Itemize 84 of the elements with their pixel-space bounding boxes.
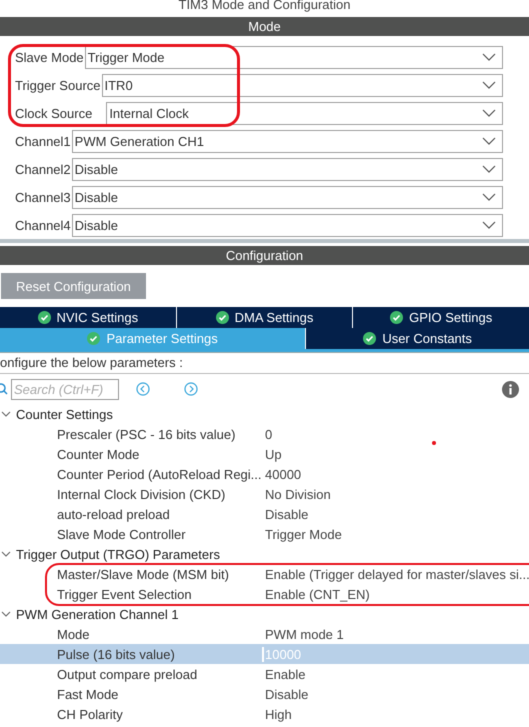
parameter-value: Disable bbox=[264, 506, 308, 522]
search-icon bbox=[0, 383, 8, 395]
marker-dot bbox=[432, 441, 436, 445]
parameter-name: auto-reload preload bbox=[56, 506, 171, 522]
parameter-value: Disable bbox=[264, 686, 308, 702]
parameter-name: Counter Period (AutoReload Regi... bbox=[56, 466, 263, 482]
parameter-name: CH Polarity bbox=[56, 706, 124, 722]
chevron-down-icon bbox=[482, 109, 496, 117]
parameter-value: Enable bbox=[264, 666, 306, 682]
parameter-value: Enable (CNT_EN) bbox=[264, 586, 370, 602]
parameter-value: 10000 bbox=[262, 646, 302, 662]
dropdown-field[interactable]: Disable bbox=[72, 186, 503, 208]
parameter-name: Slave Mode Controller bbox=[56, 526, 187, 542]
group-label: Counter Settings bbox=[16, 406, 113, 422]
parameter-row[interactable]: Counter Period (AutoReload Regi... 40000 bbox=[0, 464, 529, 484]
parameter-value: PWM mode 1 bbox=[264, 626, 344, 642]
dropdown-field[interactable]: Internal Clock bbox=[106, 102, 503, 124]
parameter-name: Output compare preload bbox=[56, 666, 198, 682]
parameter-name: Mode bbox=[56, 626, 91, 642]
settings-tab[interactable]: User Constants bbox=[305, 328, 529, 349]
dropdown-field[interactable]: ITR0 bbox=[102, 74, 503, 96]
field-label: Clock Source bbox=[15, 106, 92, 120]
parameter-row[interactable]: Counter Mode Up bbox=[0, 444, 529, 464]
chevron-down-icon bbox=[482, 165, 496, 173]
expand-chevron-icon[interactable] bbox=[1, 409, 11, 419]
chevron-down-icon bbox=[482, 53, 496, 61]
parameter-value: 40000 bbox=[264, 466, 302, 482]
dropdown-field[interactable]: Trigger Mode bbox=[84, 46, 503, 68]
check-circle-icon bbox=[87, 332, 100, 345]
info-icon[interactable] bbox=[502, 380, 519, 398]
check-circle-icon bbox=[390, 311, 404, 324]
dropdown-field[interactable]: PWM Generation CH1 bbox=[72, 130, 503, 152]
check-circle-icon bbox=[363, 332, 376, 345]
settings-tab[interactable]: GPIO Settings bbox=[352, 307, 529, 328]
field-label: Channel2 bbox=[15, 162, 71, 176]
parameter-value: Trigger Mode bbox=[264, 526, 342, 542]
parameter-row[interactable]: Trigger Event Selection Enable (CNT_EN) bbox=[0, 584, 529, 604]
next-icon[interactable] bbox=[184, 382, 198, 396]
field-label: Slave Mode bbox=[15, 50, 84, 64]
expand-chevron-icon[interactable] bbox=[1, 609, 11, 619]
parameter-name: Trigger Event Selection bbox=[56, 586, 193, 602]
dropdown-field[interactable]: Disable bbox=[72, 158, 503, 180]
parameter-row[interactable]: CH Polarity High bbox=[0, 704, 529, 724]
dropdown-field[interactable]: Disable bbox=[72, 214, 503, 236]
check-circle-icon bbox=[216, 311, 229, 324]
parameter-row[interactable]: Slave Mode Controller Trigger Mode bbox=[0, 524, 529, 544]
section-header: Configuration bbox=[0, 246, 529, 265]
parameter-name: Internal Clock Division (CKD) bbox=[56, 486, 226, 502]
settings-tab[interactable]: NVIC Settings bbox=[0, 307, 176, 328]
chevron-down-icon bbox=[482, 81, 496, 89]
field-label: Channel1 bbox=[15, 134, 71, 148]
parameter-name: Pulse (16 bits value) bbox=[56, 646, 176, 662]
parameter-name: Master/Slave Mode (MSM bit) bbox=[56, 566, 230, 582]
parameter-name: Fast Mode bbox=[56, 686, 120, 702]
parameter-value: No Division bbox=[264, 486, 331, 502]
parameter-value: High bbox=[264, 706, 292, 722]
instruction-text: onfigure the below parameters : bbox=[0, 353, 529, 374]
previous-icon[interactable] bbox=[136, 382, 150, 396]
settings-tab[interactable]: DMA Settings bbox=[176, 307, 352, 328]
field-label: Trigger Source bbox=[15, 78, 100, 92]
field-label: Channel4 bbox=[15, 218, 71, 232]
parameter-row[interactable]: Fast Mode Disable bbox=[0, 684, 529, 704]
group-label: PWM Generation Channel 1 bbox=[16, 606, 179, 622]
group-label: Trigger Output (TRGO) Parameters bbox=[16, 546, 220, 562]
parameter-name: Prescaler (PSC - 16 bits value) bbox=[56, 426, 236, 442]
check-circle-icon bbox=[38, 311, 50, 324]
expand-chevron-icon[interactable] bbox=[1, 549, 11, 559]
search-field[interactable]: Search (Ctrl+F) bbox=[11, 378, 119, 400]
chevron-down-icon bbox=[482, 221, 496, 229]
parameter-row[interactable]: Output compare preload Enable bbox=[0, 664, 529, 684]
parameter-row[interactable]: Mode PWM mode 1 bbox=[0, 624, 529, 644]
parameter-row[interactable]: Master/Slave Mode (MSM bit) Enable (Trigger delayed for master/slaves si... bbox=[0, 564, 529, 584]
chevron-down-icon bbox=[482, 193, 496, 201]
parameter-value: Enable (Trigger delayed for master/slaves si... bbox=[264, 566, 529, 582]
parameter-name: Counter Mode bbox=[56, 446, 140, 462]
field-label: Channel3 bbox=[15, 190, 71, 204]
parameter-value: Up bbox=[264, 446, 282, 462]
parameter-row[interactable]: auto-reload preload Disable bbox=[0, 504, 529, 524]
parameter-row[interactable]: Prescaler (PSC - 16 bits value) 0 bbox=[0, 424, 529, 444]
parameter-row[interactable]: Pulse (16 bits value) 10000 bbox=[0, 644, 529, 664]
chevron-down-icon bbox=[482, 137, 496, 145]
parameter-row[interactable]: Internal Clock Division (CKD) No Division bbox=[0, 484, 529, 504]
parameter-value: 0 bbox=[264, 426, 272, 442]
section-header: Mode bbox=[0, 17, 529, 36]
